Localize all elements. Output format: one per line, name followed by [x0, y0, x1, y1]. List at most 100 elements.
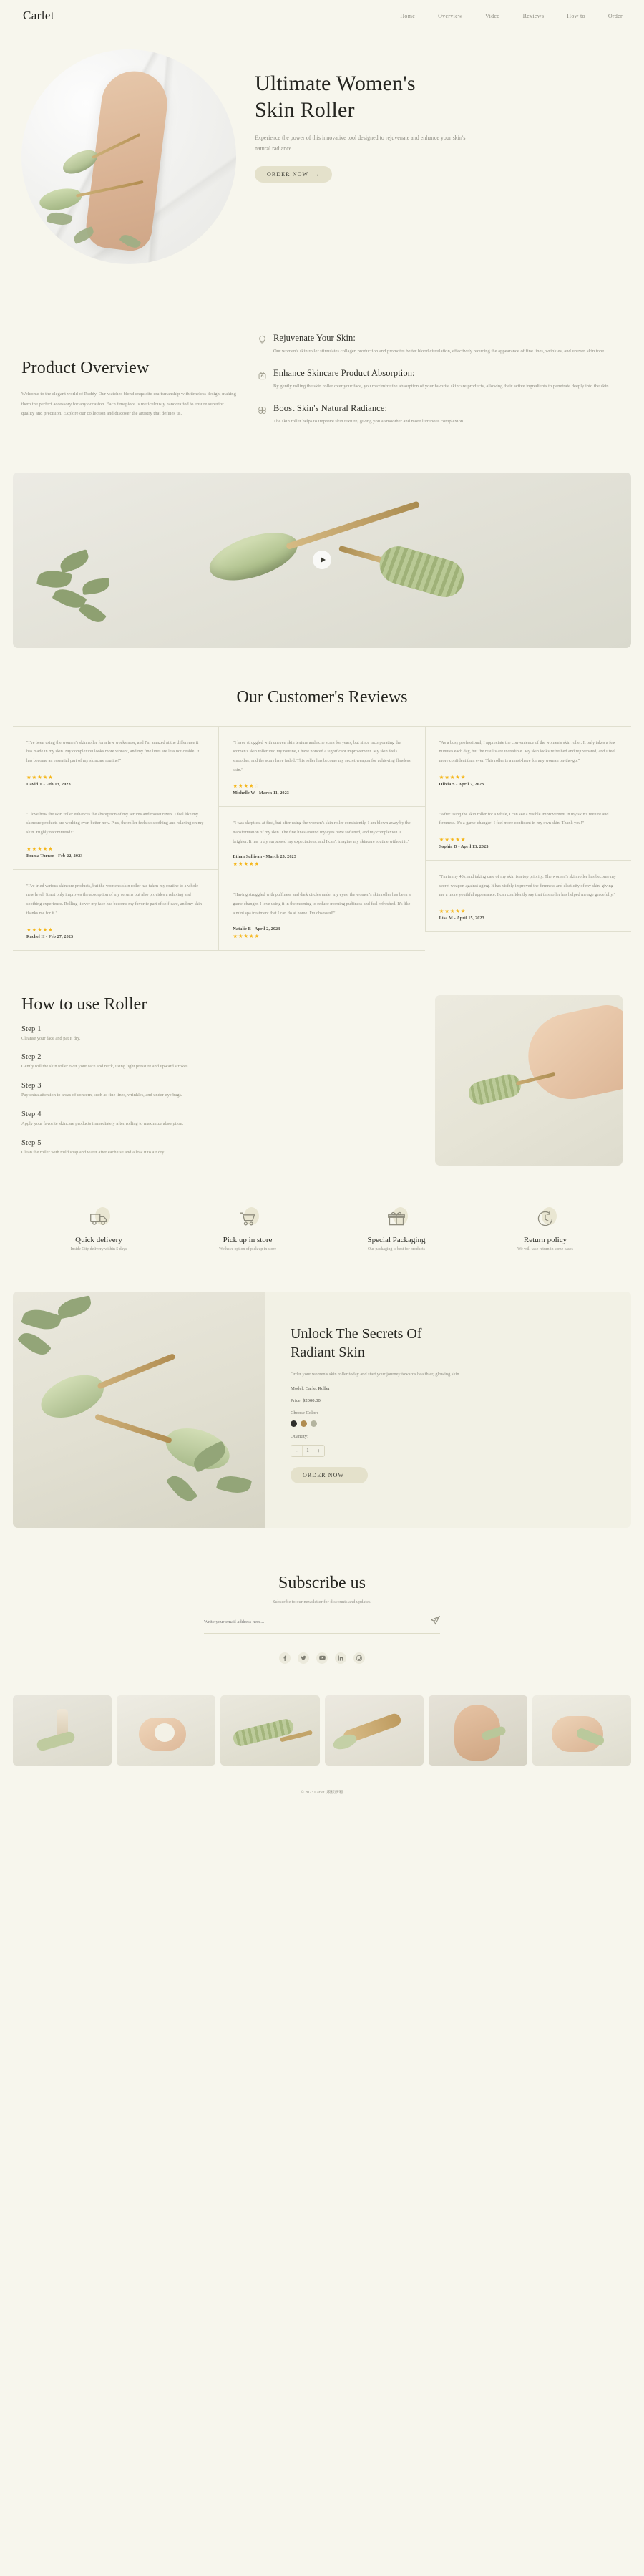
overview-left: Product Overview Welcome to the elegant …	[21, 324, 236, 438]
gallery-image-5[interactable]	[428, 1695, 527, 1766]
step-label: Step 5	[21, 1139, 42, 1148]
gallery-image-6[interactable]	[532, 1695, 632, 1766]
twitter-icon[interactable]	[298, 1652, 309, 1664]
star-rating: ★★★★☆	[233, 783, 260, 790]
color-swatch-gold[interactable]	[301, 1420, 307, 1428]
gallery-image-4[interactable]	[324, 1695, 424, 1766]
service-text: Inside City delivery within 5 days	[70, 1246, 127, 1251]
youtube-icon[interactable]	[316, 1652, 328, 1664]
service-title: Pick up in store	[223, 1235, 273, 1244]
page-title: Ultimate Women's Skin Roller	[255, 71, 623, 123]
color-swatch-black[interactable]	[291, 1420, 297, 1428]
bag-icon	[258, 368, 267, 392]
step-item-2: Step 2 Gently roll the skin roller over …	[21, 1053, 416, 1071]
step-text: Clean the roller with mild soap and wate…	[21, 1150, 165, 1156]
arrow-right-icon: →	[349, 1472, 356, 1479]
nav-item-order[interactable]: Order	[608, 13, 623, 19]
review-text: "As a busy professional, I appreciate th…	[439, 740, 616, 763]
quantity-stepper[interactable]: - 1 +	[291, 1445, 602, 1458]
nav-item-overview[interactable]: Overview	[438, 13, 462, 19]
step-text: Pay extra attention to areas of concern,…	[21, 1093, 182, 1098]
gallery-image-1[interactable]	[13, 1695, 112, 1766]
step-label: Step 3	[21, 1082, 42, 1090]
model-value: Carlet Roller	[305, 1386, 330, 1392]
arrow-right-icon: →	[313, 170, 321, 178]
return-icon	[536, 1206, 557, 1231]
star-rating: ★★★★★	[439, 836, 467, 843]
nav-item-home[interactable]: Home	[400, 13, 415, 19]
review-card: "I've been using the women's skin roller…	[13, 725, 219, 798]
quantity-decrease-button[interactable]: -	[291, 1446, 302, 1456]
linkedin-icon[interactable]	[335, 1652, 346, 1664]
feature-item-radiance: Boost Skin's Natural Radiance: The skin …	[258, 403, 623, 427]
feature-text: The skin roller helps to improve skin te…	[273, 418, 464, 424]
hero-title-line2: Skin Roller	[255, 97, 355, 122]
cart-icon	[238, 1206, 259, 1231]
quantity-increase-button[interactable]: +	[313, 1446, 324, 1456]
review-card: "I was skeptical at first, but after usi…	[219, 807, 425, 879]
star-rating: ★★★★★	[439, 773, 467, 780]
email-input[interactable]	[204, 1618, 431, 1627]
feature-item-absorption: Enhance Skincare Product Absorption: By …	[258, 368, 623, 392]
roller-illustration	[89, 1398, 238, 1480]
step-item-1: Step 1 Cleanse your face and pat it dry.	[21, 1025, 416, 1043]
review-meta: Natalie B - April 2, 2023	[233, 926, 280, 931]
play-button-icon[interactable]	[313, 551, 331, 570]
review-text: "I've tried various skincare products, b…	[26, 883, 203, 916]
send-icon[interactable]	[430, 1615, 441, 1629]
color-label: Choose Color:	[291, 1410, 318, 1416]
brand-logo[interactable]: Carlet	[23, 9, 54, 23]
instagram-icon[interactable]	[353, 1652, 365, 1664]
color-label-row: Choose Color:	[291, 1410, 602, 1415]
order-title-line2: Radiant Skin	[291, 1344, 365, 1360]
review-text: "I love how the skin roller enhances the…	[26, 811, 204, 836]
step-label: Step 4	[21, 1110, 42, 1119]
review-card: "As a busy professional, I appreciate th…	[425, 725, 631, 798]
services-strip: Quick delivery Inside City delivery with…	[0, 1166, 644, 1251]
review-text: "Having struggled with puffiness and dar…	[233, 892, 411, 916]
overview-paragraph: Welcome to the elegant world of Reddy. O…	[21, 392, 236, 417]
star-rating: ★★★★★	[439, 908, 467, 915]
leaf-icon	[21, 1304, 62, 1334]
quantity-label-row: Quantity:	[291, 1434, 602, 1439]
how-to-image	[435, 994, 623, 1166]
review-text: "I was skeptical at first, but after usi…	[233, 820, 411, 844]
gallery-image-2[interactable]	[117, 1695, 216, 1766]
nav-item-reviews[interactable]: Reviews	[523, 13, 545, 19]
subscribe-section: Subscribe us Subscribe to our newsletter…	[0, 1528, 644, 1664]
service-text: We have option of pick up in store	[219, 1246, 276, 1251]
review-meta: Rachel H - Feb 27, 2023	[26, 934, 74, 939]
service-title: Quick delivery	[75, 1235, 122, 1244]
service-quick-delivery: Quick delivery Inside City delivery with…	[24, 1206, 173, 1251]
footer-text: © 2023 Carlet. 版权所有	[301, 1790, 343, 1795]
review-text: "I have struggled with uneven skin textu…	[233, 740, 411, 773]
facebook-icon[interactable]	[279, 1652, 291, 1664]
review-meta: Olivia S - April 7, 2023	[439, 781, 484, 787]
feature-item-rejuvenate: Rejuvenate Your Skin: Our women's skin r…	[258, 333, 623, 357]
overview-features: Rejuvenate Your Skin: Our women's skin r…	[258, 324, 623, 438]
nav-item-howto[interactable]: How to	[567, 13, 585, 19]
price-label: Price:	[291, 1398, 302, 1404]
order-now-button[interactable]: ORDER NOW →	[291, 1467, 369, 1484]
leaf-icon	[56, 1294, 93, 1320]
star-rating: ★★★★★	[233, 861, 260, 868]
order-title: Unlock The Secrets Of Radiant Skin	[291, 1325, 602, 1362]
how-to-use-section: How to use Roller Step 1 Cleanse your fa…	[0, 951, 644, 1166]
hero-order-now-label: ORDER NOW	[267, 170, 309, 178]
color-swatch-grey[interactable]	[311, 1420, 317, 1428]
hero-order-now-button[interactable]: ORDER NOW →	[255, 165, 333, 183]
quantity-label: Quantity:	[291, 1434, 308, 1440]
order-details: Unlock The Secrets Of Radiant Skin Order…	[265, 1292, 631, 1528]
service-text: Our packaging is best for products	[367, 1246, 425, 1251]
color-swatches	[291, 1420, 602, 1428]
feature-text: Our women's skin roller stimulates colla…	[273, 349, 605, 354]
gallery-image-3[interactable]	[220, 1695, 320, 1766]
leaf-icon	[17, 1327, 52, 1360]
star-rating: ★★★★★	[26, 845, 54, 852]
video-section[interactable]	[13, 472, 631, 648]
step-item-5: Step 5 Clean the roller with mild soap a…	[21, 1139, 416, 1157]
sparkle-icon	[258, 403, 267, 427]
nav-item-video[interactable]: Video	[485, 13, 500, 19]
quantity-value: 1	[302, 1446, 313, 1457]
truck-icon	[89, 1206, 110, 1231]
